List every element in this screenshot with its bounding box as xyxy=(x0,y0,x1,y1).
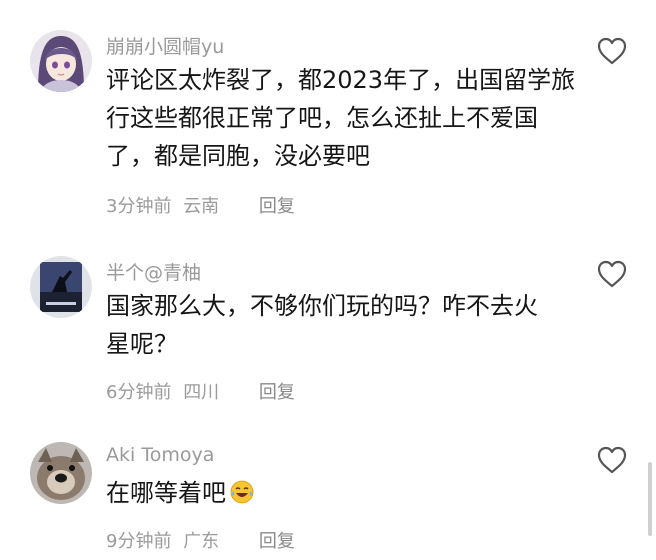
dog-avatar-icon xyxy=(30,442,92,504)
laughing-tears-emoji-icon xyxy=(230,477,254,504)
comment-text: 国家那么大，不够你们玩的吗？咋不去火星呢？ xyxy=(106,292,538,358)
comment-time: 6分钟前 xyxy=(106,382,172,403)
anime-girl-avatar-icon xyxy=(30,30,92,92)
reply-button[interactable]: 回复 xyxy=(259,196,295,217)
comment-username[interactable]: 半个@青柚 xyxy=(106,258,201,285)
comment-location: 四川 xyxy=(183,382,220,403)
comment-text: 评论区太炸裂了，都2023年了，出国留学旅行这些都很正常了吧，怎么还扯上不爱国了… xyxy=(106,66,576,170)
comment-text-content: 在哪等着吧 xyxy=(106,479,226,507)
heart-outline-icon[interactable] xyxy=(596,445,628,475)
comment-username[interactable]: Aki Tomoya xyxy=(106,444,214,466)
comment-time: 9分钟前 xyxy=(106,531,172,552)
comment-time: 3分钟前 xyxy=(106,196,172,217)
comment-location: 广东 xyxy=(183,531,220,552)
user-avatar[interactable] xyxy=(30,30,92,92)
user-avatar[interactable] xyxy=(30,256,92,318)
comment-meta: 9分钟前 广东 回复 xyxy=(106,527,295,553)
reply-button[interactable]: 回复 xyxy=(259,382,295,403)
reply-button[interactable]: 回复 xyxy=(259,531,295,552)
comment-location: 云南 xyxy=(183,196,220,217)
scrollbar[interactable] xyxy=(648,462,652,536)
comment-meta: 6分钟前 四川 回复 xyxy=(106,378,295,404)
heart-outline-icon[interactable] xyxy=(596,36,628,66)
comment-meta: 3分钟前 云南 回复 xyxy=(106,192,295,218)
dark-poster-avatar-icon xyxy=(30,256,92,318)
comment-text: 在哪等着吧 xyxy=(106,474,576,512)
heart-outline-icon[interactable] xyxy=(596,259,628,289)
comment-username[interactable]: 崩崩小圆帽yu xyxy=(106,32,224,59)
user-avatar[interactable] xyxy=(30,442,92,504)
